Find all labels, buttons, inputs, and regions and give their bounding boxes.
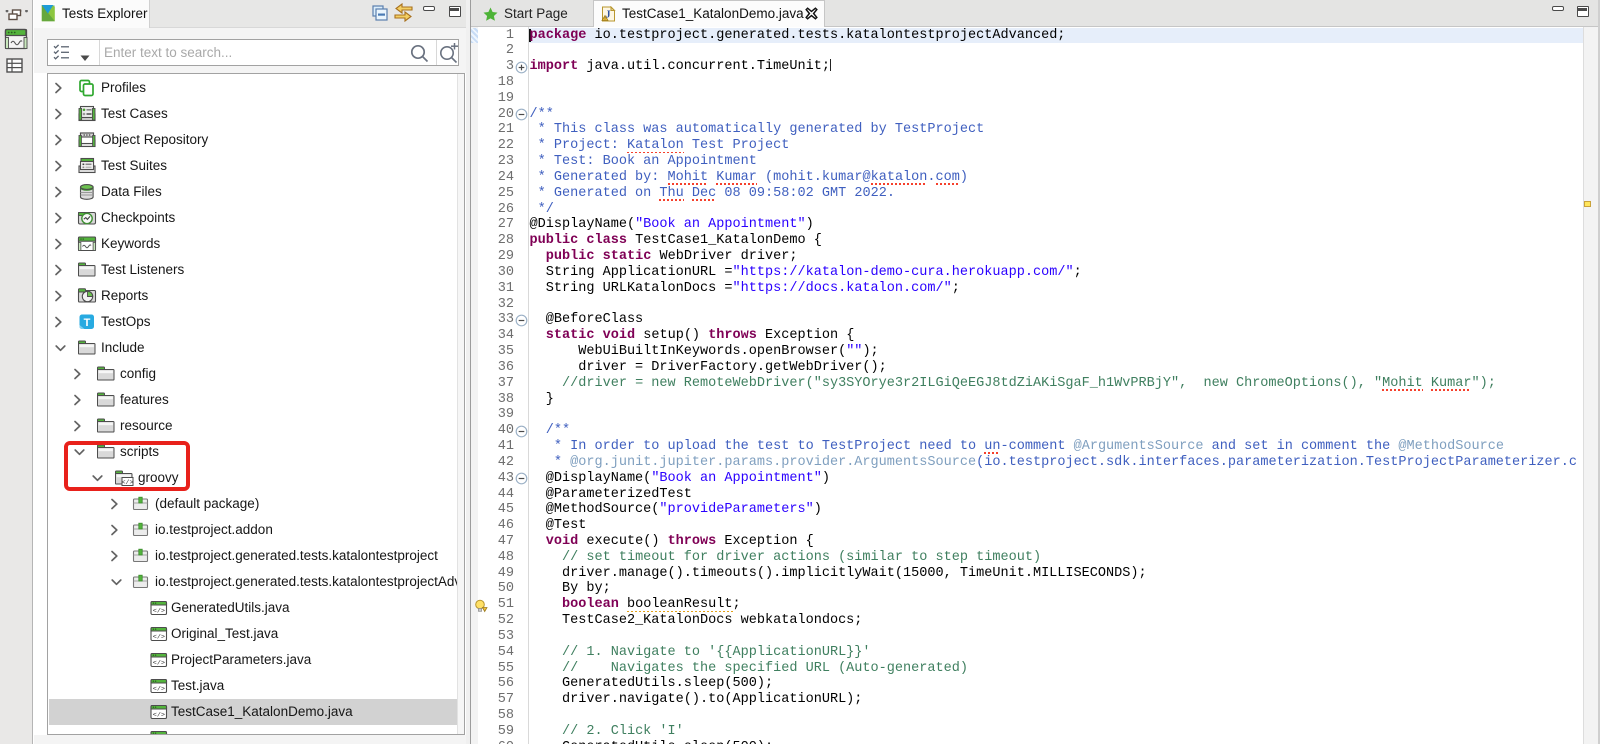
svg-text:</>: </> [153, 633, 165, 641]
svg-text:T: T [84, 317, 91, 329]
svg-text:</>: </> [153, 711, 165, 719]
svg-text:</>: </> [153, 659, 165, 667]
svg-text:</>: </> [153, 685, 165, 693]
svg-text:!: ! [604, 16, 605, 21]
svg-text:</>: </> [153, 607, 165, 615]
